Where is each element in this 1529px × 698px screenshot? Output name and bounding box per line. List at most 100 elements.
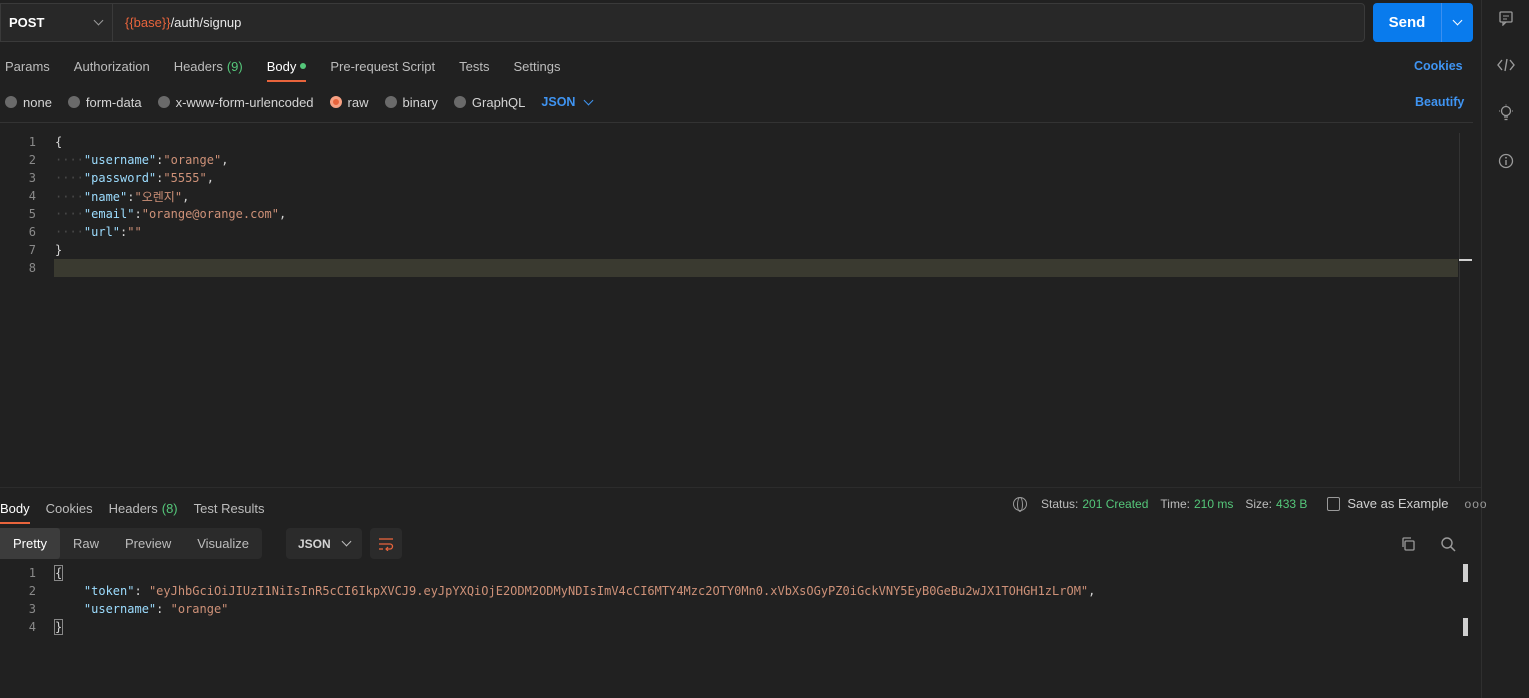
json-value: "eyJhbGciOiJIUzI1NiIsInR5cCI6IkpXVCJ9.ey… <box>148 584 1089 598</box>
body-type-form-data[interactable]: form-data <box>67 94 142 110</box>
tab-authorization[interactable]: Authorization <box>74 52 150 80</box>
view-preview[interactable]: Preview <box>112 528 184 559</box>
line-number: 1 <box>28 135 36 149</box>
status-label: Status: <box>1041 496 1079 511</box>
radio-button-selected[interactable] <box>329 96 342 108</box>
radio-button[interactable] <box>5 96 17 108</box>
url-bar: POST {{base}}/auth/signup <box>0 3 1365 42</box>
body-type-none[interactable]: none <box>5 95 52 110</box>
beautify-link[interactable]: Beautify <box>1415 95 1464 109</box>
save-as-example-button[interactable]: Save as Example <box>1327 496 1449 511</box>
overview-ruler-mark <box>1463 618 1468 636</box>
tab-label: Params <box>5 58 50 74</box>
code-line-current: 8 <box>0 259 1458 277</box>
editor-scrollbar[interactable] <box>1459 133 1473 481</box>
json-comma: , <box>221 153 229 167</box>
save-icon <box>1327 496 1341 511</box>
tab-label: Body <box>266 58 297 74</box>
line-number: 8 <box>28 261 36 275</box>
tab-response-body[interactable]: Body <box>0 494 30 524</box>
chevron-down-icon <box>1452 15 1463 26</box>
more-options-icon[interactable]: ooo <box>1465 497 1488 511</box>
line-number: 5 <box>28 207 36 221</box>
tab-headers[interactable]: Headers (9) <box>174 52 243 80</box>
line-number: 2 <box>28 153 36 167</box>
globe-icon[interactable] <box>1013 496 1027 512</box>
radio-button[interactable] <box>384 96 397 108</box>
lightbulb-icon[interactable] <box>1496 103 1516 123</box>
code-icon[interactable] <box>1496 55 1516 75</box>
overview-ruler-mark <box>1463 564 1468 582</box>
view-raw[interactable]: Raw <box>60 528 112 559</box>
json-comma: , <box>279 207 287 221</box>
radio-label: form-data <box>85 94 142 110</box>
tab-response-headers[interactable]: Headers (8) <box>109 494 178 522</box>
code-line: 4} <box>0 618 1460 636</box>
current-line-highlight <box>54 259 1458 277</box>
code-line: 5 ····"email":"orange@orange.com", <box>0 205 1458 223</box>
tab-test-results[interactable]: Test Results <box>194 494 265 522</box>
wrap-lines-icon <box>379 537 394 551</box>
tab-label: Pre-request Script <box>330 58 436 74</box>
response-format-select[interactable]: JSON <box>286 528 362 559</box>
code-line: 2 "token": "eyJhbGciOiJIUzI1NiIsInR5cCI6… <box>0 582 1460 600</box>
format-label: JSON <box>298 536 331 551</box>
radio-button[interactable] <box>157 96 170 108</box>
radio-label: none <box>23 94 52 110</box>
indent-guide: ···· <box>55 207 84 221</box>
url-input[interactable]: {{base}}/auth/signup <box>113 15 241 30</box>
response-body-viewer[interactable]: 1{ 2 "token": "eyJhbGciOiJIUzI1NiIsInR5c… <box>0 564 1473 698</box>
body-language-select[interactable]: JSON <box>541 95 594 109</box>
send-options-button[interactable] <box>1441 3 1473 42</box>
language-label: JSON <box>541 95 576 109</box>
radio-button[interactable] <box>67 96 80 108</box>
json-key: "password" <box>83 171 157 185</box>
cookies-link[interactable]: Cookies <box>1414 59 1463 73</box>
header-count-badge: (9) <box>226 58 243 74</box>
tab-pre-request-script[interactable]: Pre-request Script <box>330 52 435 80</box>
body-type-binary[interactable]: binary <box>384 95 438 110</box>
status-value[interactable]: 201 Created <box>1082 497 1148 511</box>
view-visualize[interactable]: Visualize <box>184 528 262 559</box>
request-body-editor[interactable]: 1{ 2 ····"username":"orange", 3 ····"passw… <box>0 122 1473 482</box>
code-line: 3 "username": "orange" <box>0 600 1460 618</box>
chevron-down-icon <box>341 536 352 547</box>
indent-guide: ···· <box>55 189 84 204</box>
code-line: 1{ <box>0 133 1458 151</box>
code-line: 7} <box>0 241 1458 259</box>
copy-icon[interactable] <box>1400 536 1416 555</box>
response-divider[interactable] <box>0 487 1481 488</box>
wrap-lines-button[interactable] <box>370 528 402 559</box>
time-value[interactable]: 210 ms <box>1194 497 1233 511</box>
line-number: 6 <box>28 225 36 239</box>
view-pretty[interactable]: Pretty <box>0 528 60 559</box>
radio-label: raw <box>347 94 369 110</box>
tab-label: Body <box>0 500 30 516</box>
radio-button[interactable] <box>453 96 466 108</box>
send-button[interactable]: Send <box>1373 3 1473 42</box>
body-type-urlencoded[interactable]: x-www-form-urlencoded <box>157 95 314 110</box>
json-key: "token" <box>83 584 135 598</box>
tab-label: Settings <box>513 58 561 74</box>
info-icon[interactable] <box>1496 151 1516 171</box>
tab-label: Headers <box>173 58 223 74</box>
tab-response-cookies[interactable]: Cookies <box>46 494 93 522</box>
scroll-position-marker <box>1459 259 1472 261</box>
comments-icon[interactable] <box>1496 8 1516 28</box>
code-line: 6 ····"url":"" <box>0 223 1458 241</box>
tab-body[interactable]: Body <box>266 52 307 82</box>
method-select[interactable]: POST <box>1 4 113 41</box>
tab-tests[interactable]: Tests <box>459 52 489 80</box>
line-number: 3 <box>28 171 36 185</box>
size-value[interactable]: 433 B <box>1276 497 1307 511</box>
body-type-graphql[interactable]: GraphQL <box>453 94 526 110</box>
radio-label: GraphQL <box>471 94 526 110</box>
body-type-raw[interactable]: raw <box>329 94 369 110</box>
tab-settings[interactable]: Settings <box>513 52 560 80</box>
json-value: "오렌지" <box>134 189 183 204</box>
tab-params[interactable]: Params <box>5 52 50 80</box>
search-icon[interactable] <box>1440 536 1456 555</box>
right-sidebar <box>1481 0 1529 698</box>
